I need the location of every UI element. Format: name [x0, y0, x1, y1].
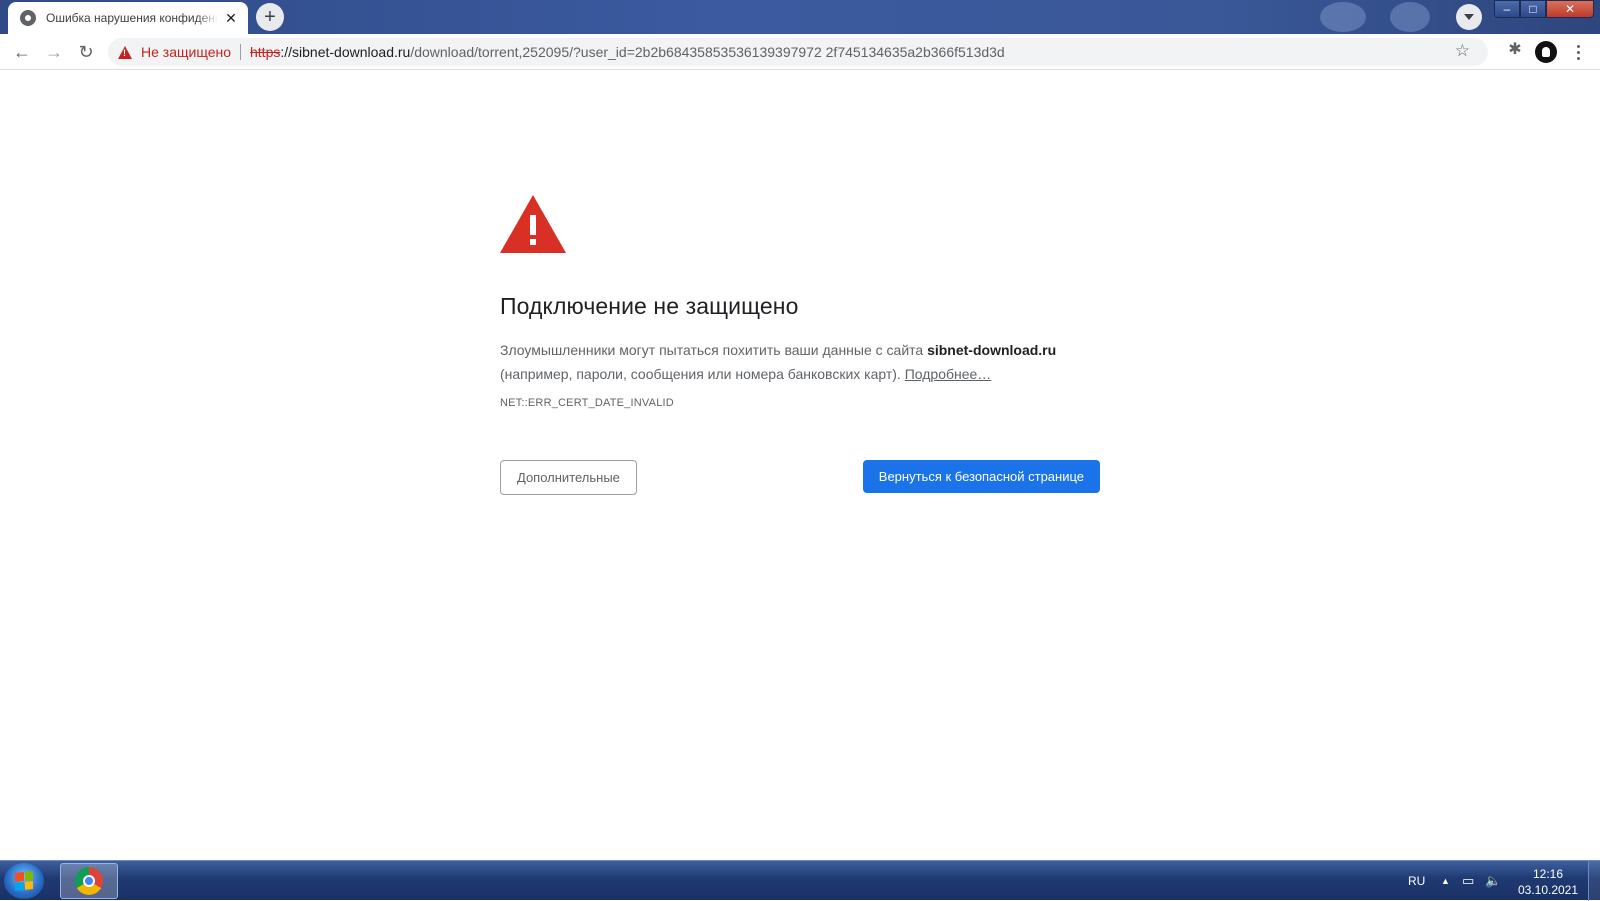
minimize-button[interactable]: – — [1494, 0, 1520, 18]
windows-start-icon[interactable] — [4, 863, 44, 899]
forward-button[interactable]: → — [40, 38, 68, 66]
new-tab-button[interactable]: + — [256, 3, 284, 31]
volume-icon[interactable]: 🔈 — [1485, 861, 1501, 901]
error-code: NET::ERR_CERT_DATE_INVALID — [500, 397, 674, 409]
taskbar-chrome-button[interactable] — [60, 863, 118, 899]
omnibox-divider — [240, 44, 241, 60]
puzzle-icon[interactable]: ✱ — [1505, 38, 1525, 60]
maximize-button[interactable]: □ — [1520, 0, 1546, 18]
interstitial-content: Подключение не защищено Злоумышленники м… — [500, 195, 1100, 496]
tray-expand-icon[interactable]: ▲ — [1441, 861, 1450, 901]
reload-button[interactable]: ↻ — [72, 38, 100, 66]
avatar-icon[interactable] — [1535, 41, 1557, 63]
chevron-down-icon — [1464, 14, 1474, 20]
url-path: /download/torrent,252095/?user_id=2b2b68… — [410, 44, 1005, 60]
kebab-menu-icon[interactable] — [1568, 38, 1588, 66]
close-icon[interactable]: ✕ — [222, 9, 240, 27]
browser-toolbar: ← → ↻ Не защищено https://sibnet-downloa… — [0, 34, 1600, 70]
description-text: (например, пароли, сообщения или номера … — [500, 366, 905, 382]
title-bar: Ошибка нарушения конфиденциальности ✕ + … — [0, 0, 1600, 34]
window-close-button[interactable]: ✕ — [1546, 0, 1594, 18]
show-desktop-button[interactable] — [1588, 861, 1600, 901]
wallpaper-decoration — [1320, 2, 1366, 32]
site-name: sibnet-download.ru — [927, 342, 1057, 358]
network-icon[interactable]: ▭ — [1462, 861, 1474, 901]
taskbar: RU ▲ ▭ 🔈 12:16 03.10.2021 — [0, 860, 1600, 901]
star-icon[interactable]: ☆ — [1455, 41, 1470, 61]
url-host: ://sibnet-download.ru — [280, 44, 411, 60]
back-to-safety-button[interactable]: Вернуться к безопасной странице — [862, 460, 1100, 493]
clock-date: 03.10.2021 — [1517, 883, 1579, 897]
system-clock[interactable]: 12:16 03.10.2021 — [1512, 866, 1584, 898]
clock-time: 12:16 — [1532, 867, 1564, 881]
advanced-button[interactable]: Дополнительные — [500, 460, 637, 495]
warning-icon — [500, 195, 566, 253]
address-bar[interactable]: Не защищено https://sibnet-download.ru/d… — [108, 38, 1488, 66]
warning-icon[interactable] — [118, 45, 132, 59]
page-title: Подключение не защищено — [500, 293, 799, 319]
description-text: Злоумышленники могут пытаться похитить в… — [500, 342, 928, 358]
error-description: Злоумышленники могут пытаться похитить в… — [500, 338, 1100, 386]
language-indicator[interactable]: RU — [1408, 861, 1425, 901]
security-status[interactable]: Не защищено — [141, 44, 231, 60]
wallpaper-decoration — [1390, 2, 1430, 32]
url-text[interactable]: https://sibnet-download.ru/download/torr… — [250, 44, 1005, 60]
tab-title: Ошибка нарушения конфиденциальности — [46, 11, 218, 25]
tab-search-button[interactable] — [1456, 4, 1482, 30]
url-scheme: https — [250, 44, 281, 60]
learn-more-link[interactable]: Подробнее… — [905, 366, 992, 382]
active-tab[interactable]: Ошибка нарушения конфиденциальности ✕ — [8, 2, 248, 34]
back-button[interactable]: ← — [8, 38, 36, 66]
chrome-icon — [75, 867, 103, 895]
globe-icon — [20, 10, 36, 26]
button-row: Дополнительные Вернуться к безопасной ст… — [500, 460, 1100, 496]
